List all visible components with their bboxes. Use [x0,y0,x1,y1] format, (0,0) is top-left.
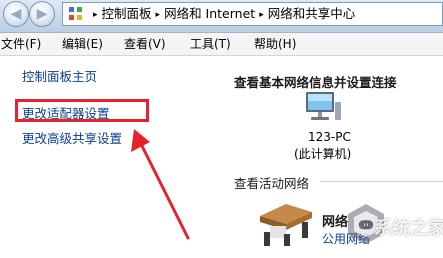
explorer-window: ◀ ▶ ▸ 控制面板 ▸ 网络和 Internet ▸ 网络和共享中心 文件(F) 编辑(… [0,0,443,258]
page-title: 查看基本网络信息并设置连接 [234,75,397,90]
active-networks-label: 查看活动网络 [234,176,310,191]
computer-name: 123-PC [308,130,351,144]
svg-text:ↈ: ↈ [358,218,374,233]
computer-monitor-icon [306,92,341,120]
watermark-text: 系统之家 [374,218,443,239]
network-bench-icon [260,204,312,246]
computer-subtitle: (此计算机) [294,147,352,161]
section-divider [320,181,443,182]
